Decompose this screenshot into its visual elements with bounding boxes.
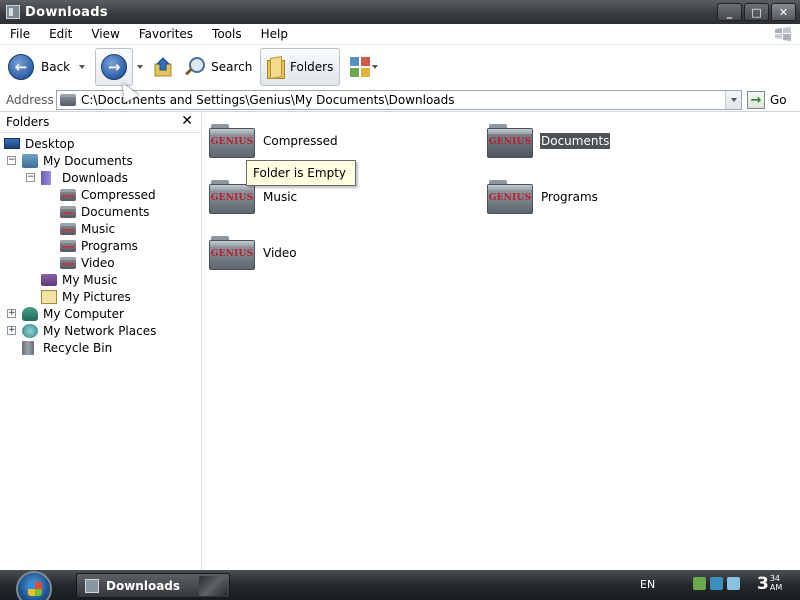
genius-folder-icon: GENIUS — [209, 234, 257, 272]
go-label: Go — [770, 93, 787, 107]
maximize-button[interactable]: □ — [744, 3, 769, 21]
expand-network-places-icon[interactable]: + — [7, 326, 16, 335]
folder-icon — [60, 256, 76, 269]
start-button[interactable] — [16, 571, 52, 600]
volume-tray-icon[interactable] — [710, 577, 723, 590]
my-pictures-icon — [41, 289, 57, 304]
expand-my-computer-icon[interactable]: + — [7, 309, 16, 318]
taskbar: Downloads EN 3 34 AM — [0, 570, 800, 600]
folders-label: Folders — [290, 60, 334, 74]
folder-item-programs[interactable]: GENIUS Programs — [487, 177, 599, 217]
genius-folder-icon: GENIUS — [209, 122, 257, 160]
close-pane-icon[interactable]: ✕ — [181, 113, 193, 129]
folder-tooltip: Folder is Empty — [246, 160, 356, 186]
my-computer-icon — [22, 306, 38, 321]
collapse-my-documents-icon[interactable]: − — [7, 156, 16, 165]
folders-pane-header: Folders ✕ — [0, 112, 201, 133]
go-button[interactable]: → Go — [747, 91, 787, 109]
title-bar[interactable]: Downloads _ □ ✕ — [0, 0, 800, 24]
tree-item-my-music[interactable]: My Music — [41, 271, 117, 288]
tree-item-video[interactable]: Video — [60, 254, 115, 271]
window-title: Downloads — [25, 4, 108, 20]
windows-logo-icon — [775, 27, 791, 41]
folders-icon — [267, 56, 286, 79]
menu-file[interactable]: File — [0, 27, 39, 41]
folder-name: Programs — [541, 190, 598, 204]
views-icon — [350, 57, 371, 77]
back-label: Back — [41, 60, 71, 74]
toolbar: ← Back → Search Folders — [0, 45, 800, 89]
tree-item-recycle-bin[interactable]: Recycle Bin — [22, 339, 112, 356]
taskbar-item-decoration — [199, 576, 227, 596]
go-arrow-icon: → — [747, 91, 765, 109]
folder-icon — [60, 188, 76, 201]
folder-icon — [60, 222, 76, 235]
tree-item-desktop[interactable]: Desktop — [4, 135, 75, 152]
menu-help[interactable]: Help — [251, 27, 297, 41]
folder-name-selected: Documents — [540, 133, 611, 149]
folder-item-video[interactable]: GENIUS Video — [209, 233, 298, 273]
address-input[interactable]: C:\Documents and Settings\Genius\My Docu… — [56, 90, 742, 110]
display-tray-icon[interactable] — [727, 577, 740, 590]
folder-item-compressed[interactable]: GENIUS Compressed — [209, 121, 339, 161]
folder-icon — [60, 205, 76, 218]
tree-item-compressed[interactable]: Compressed — [60, 186, 156, 203]
back-arrow-icon: ← — [8, 54, 34, 80]
folders-pane: Folders ✕ Desktop − My Documents − Downl… — [0, 112, 202, 570]
minimize-button[interactable]: _ — [717, 3, 742, 21]
folder-name: Video — [263, 246, 297, 260]
close-button[interactable]: ✕ — [771, 3, 796, 21]
folder-icon — [60, 94, 76, 106]
forward-history-dropdown-icon[interactable] — [137, 65, 144, 69]
tree-item-my-network-places[interactable]: My Network Places — [22, 322, 156, 339]
genius-folder-icon: GENIUS — [487, 122, 535, 160]
views-dropdown-icon — [372, 65, 379, 69]
address-label: Address — [6, 93, 54, 107]
back-button[interactable]: ← Back — [4, 48, 89, 86]
search-button[interactable]: Search — [183, 48, 252, 86]
taskbar-item-downloads[interactable]: Downloads — [76, 573, 230, 598]
up-folder-icon[interactable] — [153, 56, 175, 78]
search-label: Search — [211, 60, 253, 74]
explorer-window-icon — [85, 578, 99, 593]
downloads-icon — [41, 170, 51, 185]
desktop-icon — [4, 138, 20, 149]
forward-arrow-icon: → — [101, 54, 128, 80]
collapse-downloads-icon[interactable]: − — [26, 173, 35, 182]
recycle-bin-icon — [22, 340, 34, 355]
back-history-dropdown-icon[interactable] — [79, 65, 86, 69]
clock[interactable]: 3 34 AM — [757, 574, 782, 594]
language-indicator[interactable]: EN — [640, 578, 655, 591]
network-places-icon — [22, 323, 38, 338]
views-button[interactable] — [350, 57, 379, 77]
system-tray — [693, 577, 740, 590]
menu-favorites[interactable]: Favorites — [129, 27, 202, 41]
tree-item-my-documents[interactable]: My Documents — [22, 152, 133, 169]
tree-item-my-pictures[interactable]: My Pictures — [41, 288, 131, 305]
network-tray-icon[interactable] — [693, 577, 706, 590]
genius-folder-icon: GENIUS — [487, 178, 535, 216]
my-documents-icon — [22, 153, 38, 168]
tree-item-documents[interactable]: Documents — [60, 203, 149, 220]
menu-bar: File Edit View Favorites Tools Help — [0, 24, 800, 45]
tree-item-downloads[interactable]: Downloads — [41, 169, 128, 186]
folder-icon — [60, 239, 76, 252]
magnifier-icon — [183, 56, 206, 78]
explorer-window-icon[interactable] — [6, 5, 20, 19]
folder-name: Music — [263, 190, 298, 204]
menu-view[interactable]: View — [81, 27, 128, 41]
tree-item-my-computer[interactable]: My Computer — [22, 305, 124, 322]
taskbar-item-label: Downloads — [106, 578, 181, 593]
tree-item-music[interactable]: Music — [60, 220, 115, 237]
folder-item-documents[interactable]: GENIUS Documents — [487, 121, 611, 161]
address-dropdown-icon[interactable] — [725, 91, 741, 109]
menu-tools[interactable]: Tools — [202, 27, 251, 41]
folders-button[interactable]: Folders — [260, 48, 341, 86]
folders-pane-title: Folders — [6, 115, 50, 129]
my-music-icon — [41, 273, 57, 286]
window-controls: _ □ ✕ — [717, 3, 796, 21]
folder-name: Compressed — [263, 134, 338, 148]
tree-item-programs[interactable]: Programs — [60, 237, 138, 254]
menu-edit[interactable]: Edit — [39, 27, 81, 41]
